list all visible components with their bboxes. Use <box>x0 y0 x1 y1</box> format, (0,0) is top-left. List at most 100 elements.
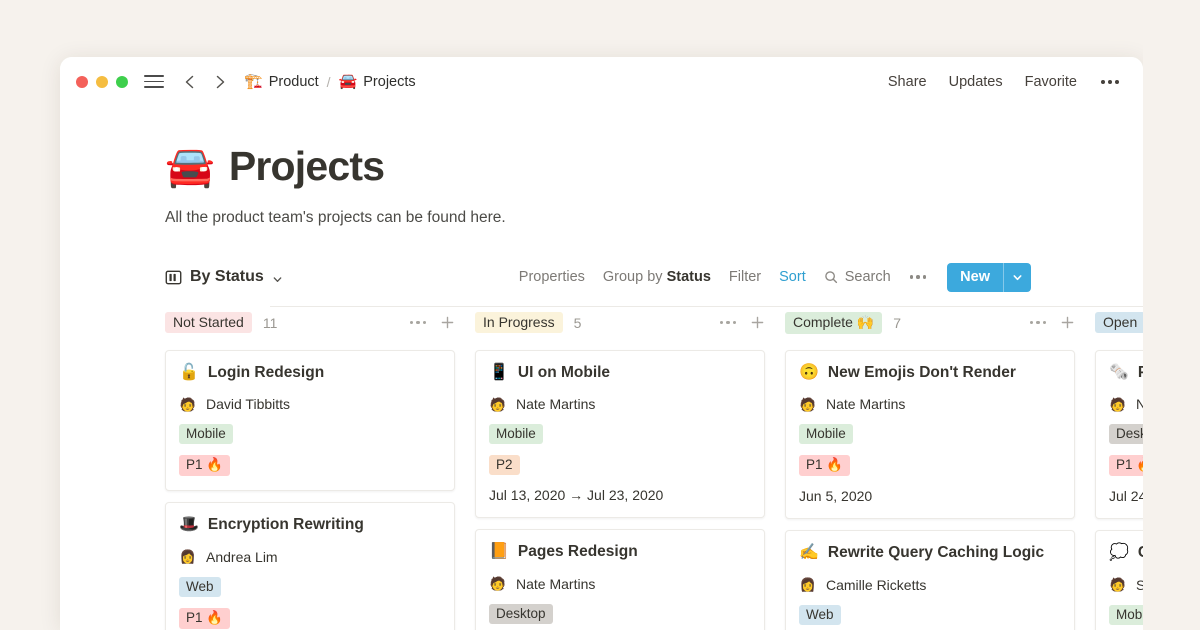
properties-button[interactable]: Properties <box>519 269 585 285</box>
updates-button[interactable]: Updates <box>949 74 1003 90</box>
board-card-platform-tag-row: Mobile <box>489 424 751 444</box>
board-card[interactable]: 🗞️Push Notifications🧑Nate MartinsDesktop… <box>1095 350 1143 519</box>
favorite-button[interactable]: Favorite <box>1025 74 1077 90</box>
board-column: Complete 🙌7🙃New Emojis Don't Render🧑Nate… <box>785 306 1095 630</box>
avatar: 🧑 <box>489 395 507 413</box>
ellipsis-icon[interactable] <box>909 272 928 282</box>
board-card[interactable]: 🔓Login Redesign🧑David TibbittsMobileP1 🔥 <box>165 350 455 491</box>
ellipsis-icon[interactable] <box>410 318 427 328</box>
arrow-left-icon[interactable] <box>180 72 200 92</box>
board-column-cards: 🙃New Emojis Don't Render🧑Nate MartinsMob… <box>785 350 1095 630</box>
breadcrumb-item-product[interactable]: 🏗️ Product <box>244 74 319 90</box>
board-card-priority-tag[interactable]: P2 <box>489 455 520 475</box>
avatar: 👩 <box>799 576 817 594</box>
board-column-count: 7 <box>893 315 901 331</box>
board-card[interactable]: 💭Comments v2🧑Simon LastMobileP4 <box>1095 530 1143 630</box>
board-card-assignee: 👩Andrea Lim <box>179 548 441 566</box>
hamburger-icon[interactable] <box>144 75 164 88</box>
avatar: 👩 <box>179 548 197 566</box>
board-card-assignee-name: David Tibbitts <box>206 396 290 412</box>
board-view-icon <box>165 269 182 286</box>
board-container[interactable]: Not Started11🔓Login Redesign🧑David Tibbi… <box>165 306 1143 630</box>
board-card-date[interactable]: Jul 13, 2020 → Jul 23, 2020 <box>489 487 751 503</box>
board-column: Open 🗞️Push Notifications🧑Nate MartinsDes… <box>1095 306 1143 630</box>
board-card-title-text: Encryption Rewriting <box>208 515 364 534</box>
board-card-assignee: 👩 Camille Ricketts <box>799 576 1061 594</box>
board-card-platform-tag[interactable]: Mobile <box>1109 605 1143 625</box>
breadcrumb-item-projects[interactable]: 🚘 Projects <box>339 74 416 90</box>
filter-button[interactable]: Filter <box>729 269 761 285</box>
window-right-edge-mask <box>1143 0 1200 630</box>
board-card-assignee: 🧑Nate Martins <box>489 575 751 593</box>
toolbar-actions: Properties Group by Status Filter Sort S… <box>519 263 1031 292</box>
board-card[interactable]: 📙Pages Redesign🧑Nate MartinsDesktopP2 <box>475 529 765 630</box>
board-card-assignee: 🧑Nate Martins <box>489 395 751 413</box>
new-button[interactable]: New <box>947 263 1031 292</box>
board-card-emoji-icon: 🙃 <box>799 365 819 381</box>
status-badge[interactable]: Open <box>1095 312 1143 333</box>
board-card[interactable]: 📱UI on Mobile🧑Nate MartinsMobileP2Jul 13… <box>475 350 765 518</box>
board-card[interactable]: 🙃New Emojis Don't Render🧑Nate MartinsMob… <box>785 350 1075 519</box>
view-toolbar: By Status Properties Group by Status Fil… <box>165 261 1143 293</box>
board-card-title-text: UI on Mobile <box>518 363 610 382</box>
board-card-platform-tag[interactable]: Web <box>179 577 221 597</box>
board-card-priority-tag[interactable]: P1 🔥 <box>799 455 850 476</box>
board-card-priority-tag[interactable]: P1 🔥 <box>179 608 230 629</box>
ellipsis-icon[interactable] <box>720 318 737 328</box>
board-card-title-text: New Emojis Don't Render <box>828 363 1016 382</box>
minimize-window-button[interactable] <box>96 76 108 88</box>
close-window-button[interactable] <box>76 76 88 88</box>
group-by-button[interactable]: Group by Status <box>603 269 711 285</box>
board-card-platform-tag[interactable]: Desktop <box>489 604 553 624</box>
sort-button[interactable]: Sort <box>779 269 806 285</box>
board-card-platform-tag[interactable]: Mobile <box>179 424 233 444</box>
maximize-window-button[interactable] <box>116 76 128 88</box>
board-card[interactable]: ✍️Rewrite Query Caching Logic👩Camille Ri… <box>785 530 1075 630</box>
status-badge[interactable]: Not Started <box>165 312 252 333</box>
board-card-platform-tag[interactable]: Mobile <box>489 424 543 444</box>
board-card[interactable]: 🎩 Encryption Rewriting 👩Andrea Lim Web P1 🔥 <box>165 502 455 630</box>
board-card-date[interactable]: Jul 24, 2020 <box>1109 488 1143 504</box>
board-card-assignee-name: Nate Martins <box>516 576 595 592</box>
board-column-cards: 🔓Login Redesign🧑David TibbittsMobileP1 🔥… <box>165 350 475 630</box>
board-card-title: 🙃 New Emojis Don't Render <box>799 363 1061 382</box>
chevron-down-icon[interactable] <box>1004 263 1031 292</box>
title-bar-actions: Share Updates Favorite <box>888 74 1121 90</box>
share-button[interactable]: Share <box>888 74 927 90</box>
status-badge[interactable]: Complete 🙌 <box>785 312 882 334</box>
board-card-platform-tag-row: Desktop <box>489 604 751 624</box>
board-card-platform-tag-row: Mobile <box>799 424 1061 444</box>
ellipsis-icon[interactable] <box>1030 318 1047 328</box>
board-card-platform-tag[interactable]: Desktop <box>1109 424 1143 444</box>
chevron-down-icon <box>272 272 283 283</box>
board-card-priority-tag-row: P1 🔥 <box>179 455 441 476</box>
plus-icon[interactable] <box>440 315 455 330</box>
status-badge[interactable]: In Progress <box>475 312 563 333</box>
board-card-title: 🎩 Encryption Rewriting <box>179 515 441 534</box>
board-card-platform-tag[interactable]: Web <box>799 605 841 625</box>
view-tab-by-status[interactable]: By Status <box>165 268 283 286</box>
board-column-cards: 📱UI on Mobile🧑Nate MartinsMobileP2Jul 13… <box>475 350 785 630</box>
board-card-emoji-icon: 💭 <box>1109 545 1129 561</box>
app-window: 🏗️ Product / 🚘 Projects Share Updates Fa… <box>60 57 1143 630</box>
board-card-priority-tag[interactable]: P1 🔥 <box>179 455 230 476</box>
search-button[interactable]: Search <box>824 269 891 285</box>
board-card-platform-tag-row: Web <box>799 605 1061 625</box>
board-card-platform-tag[interactable]: Mobile <box>799 424 853 444</box>
plus-icon[interactable] <box>750 315 765 330</box>
plus-icon[interactable] <box>1060 315 1075 330</box>
breadcrumb-separator: / <box>326 74 332 90</box>
page-description: All the product team's projects can be f… <box>165 209 1143 227</box>
ellipsis-icon[interactable] <box>1099 78 1121 86</box>
title-bar: 🏗️ Product / 🚘 Projects Share Updates Fa… <box>60 57 1143 106</box>
board-column-actions <box>1030 315 1076 330</box>
board-card-title: 🗞️Push Notifications <box>1109 363 1143 382</box>
board-card-emoji-icon: 🎩 <box>179 517 199 533</box>
board-column-header: Complete 🙌 7 <box>785 306 1095 339</box>
board-card-date[interactable]: Jun 5, 2020 <box>799 488 1061 504</box>
arrow-right-icon[interactable] <box>210 72 230 92</box>
breadcrumb-label-product: Product <box>269 74 319 90</box>
board-card-priority-tag[interactable]: P1 🔥 <box>1109 455 1143 476</box>
page-icon-car-icon[interactable]: 🚘 <box>165 147 215 187</box>
board-card-assignee-name: Camille Ricketts <box>826 577 926 593</box>
